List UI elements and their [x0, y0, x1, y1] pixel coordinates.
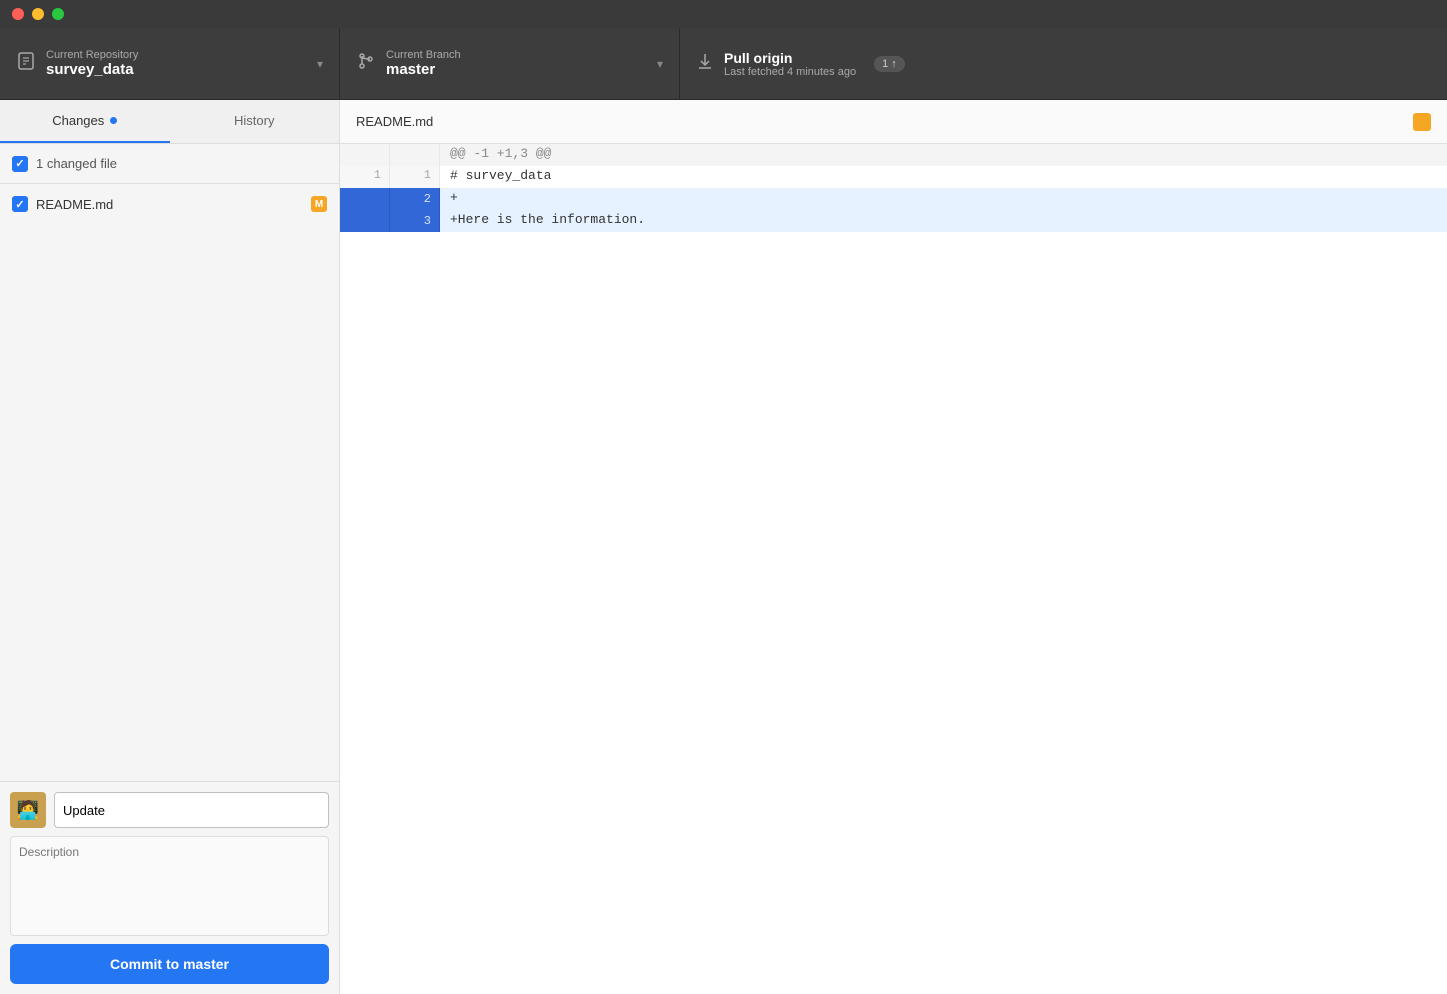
diff-line-2-old-gutter [340, 188, 390, 210]
pull-label: Pull origin [724, 50, 856, 66]
file-checkbox[interactable]: ✓ [12, 196, 28, 212]
diff-hunk-content: @@ -1 +1,3 @@ [440, 144, 1447, 166]
repo-label: Current Repository [46, 49, 138, 61]
titlebar [0, 0, 1447, 28]
branch-name: master [386, 61, 461, 78]
changes-dot [110, 117, 117, 124]
diff-filename: README.md [356, 114, 433, 129]
select-all-checkbox[interactable]: ✓ [12, 156, 28, 172]
avatar: 🧑‍💻 [10, 792, 46, 828]
diff-line-1: 1 1 # survey_data [340, 166, 1447, 188]
pull-subtitle: Last fetched 4 minutes ago [724, 66, 856, 78]
diff-line-3-old-gutter [340, 210, 390, 232]
tabs: Changes History [0, 100, 339, 144]
commit-button[interactable]: Commit to master [10, 944, 329, 984]
tab-history[interactable]: History [170, 100, 340, 143]
diff-line-1-content: # survey_data [440, 166, 1447, 188]
pull-section[interactable]: Pull origin Last fetched 4 minutes ago 1… [680, 28, 960, 99]
repo-section[interactable]: Current Repository survey_data ▾ [0, 28, 340, 99]
diff-content: @@ -1 +1,3 @@ 1 1 # survey_data 2 + 3 +H… [340, 144, 1447, 994]
diff-hunk-new-num [390, 144, 440, 166]
file-name: README.md [36, 197, 303, 212]
repo-chevron-icon: ▾ [305, 57, 323, 71]
traffic-lights [12, 8, 64, 20]
diff-panel: README.md @@ -1 +1,3 @@ 1 1 # survey_dat… [340, 100, 1447, 994]
commit-area: 🧑‍💻 Commit to master [0, 781, 339, 994]
sidebar-spacer [0, 224, 339, 781]
diff-line-2-new-gutter: 2 [390, 188, 440, 210]
pull-text: Pull origin Last fetched 4 minutes ago [724, 50, 856, 78]
commit-title-input[interactable] [54, 792, 329, 828]
branch-chevron-icon: ▾ [645, 57, 663, 71]
branch-section[interactable]: Current Branch master ▾ [340, 28, 680, 99]
changed-files-count: 1 changed file [36, 156, 117, 171]
diff-hunk-old-num [340, 144, 390, 166]
description-textarea[interactable] [10, 836, 329, 936]
pull-icon [696, 52, 714, 75]
diff-line-3-content: +Here is the information. [440, 210, 1447, 232]
diff-line-3-new-gutter: 3 [390, 210, 440, 232]
toolbar: Current Repository survey_data ▾ Current… [0, 28, 1447, 100]
diff-hunk-header: @@ -1 +1,3 @@ [340, 144, 1447, 166]
branch-text: Current Branch master [386, 49, 461, 78]
diff-modified-badge [1413, 113, 1431, 131]
diff-header: README.md [340, 100, 1447, 144]
file-modified-badge: M [311, 196, 327, 212]
maximize-button[interactable] [52, 8, 64, 20]
diff-line-2-content: + [440, 188, 1447, 210]
file-item[interactable]: ✓ README.md M [0, 184, 339, 224]
repo-text: Current Repository survey_data [46, 49, 138, 78]
commit-summary-row: 🧑‍💻 [10, 792, 329, 828]
diff-line-2: 2 + [340, 188, 1447, 210]
repo-name: survey_data [46, 61, 138, 78]
pull-badge: 1 ↑ [874, 56, 905, 72]
sidebar: Changes History ✓ 1 changed file ✓ READM… [0, 100, 340, 994]
diff-line-3: 3 +Here is the information. [340, 210, 1447, 232]
tab-changes[interactable]: Changes [0, 100, 170, 143]
toolbar-spacer [960, 28, 1447, 99]
minimize-button[interactable] [32, 8, 44, 20]
diff-line-1-new-num: 1 [390, 166, 440, 188]
main-content: Changes History ✓ 1 changed file ✓ READM… [0, 100, 1447, 994]
close-button[interactable] [12, 8, 24, 20]
repo-icon [16, 51, 36, 76]
diff-line-1-old-num: 1 [340, 166, 390, 188]
branch-icon [356, 51, 376, 76]
branch-label: Current Branch [386, 49, 461, 61]
file-list-header: ✓ 1 changed file [0, 144, 339, 184]
diff-header-right [1413, 113, 1431, 131]
